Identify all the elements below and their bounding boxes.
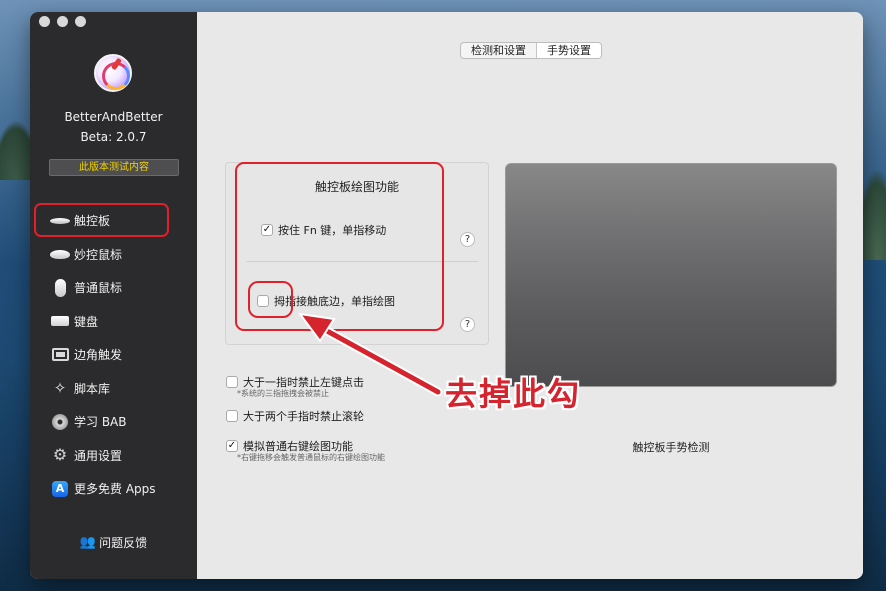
sidebar-item-label: 触控板 [74,214,111,229]
app-name: BetterAndBetter [64,110,163,124]
app-store-icon: A [50,480,70,498]
keyboard-icon [50,312,70,330]
disc-icon [50,413,70,431]
fn-move-label: 按住 Fn 键，单指移动 [278,224,387,237]
right-click-draw-checkbox[interactable]: ✓ [226,440,238,452]
app-version: Beta: 2.0.7 [80,130,147,144]
trackpad-icon [50,212,70,230]
fn-move-checkbox[interactable]: ✓ [261,224,273,236]
trackpad-preview[interactable] [505,163,837,387]
disable-scroll-option[interactable]: 大于两个手指时禁止滚轮 [226,408,364,424]
disable-left-click-checkbox[interactable] [226,376,238,388]
mouse-icon [50,278,70,297]
hot-corner-icon [50,346,70,364]
thumb-draw-checkbox[interactable] [257,295,269,307]
close-button[interactable] [39,16,50,27]
trackpad-detect-label: 触控板手势检测 [632,441,710,454]
minimize-button[interactable] [57,16,68,27]
people-icon: 👥 [79,535,97,550]
drawing-group: 触控板绘图功能 ✓ 按住 Fn 键，单指移动 ? 拇指接触底边，单指绘图 ? [225,162,489,345]
sidebar-item-trackpad[interactable]: 触控板 [30,204,197,238]
sidebar: BetterAndBetter Beta: 2.0.7 此版本测试内容 触控板 … [30,12,197,579]
fn-move-option[interactable]: ✓ 按住 Fn 键，单指移动 [261,222,386,238]
disable-scroll-label: 大于两个手指时禁止滚轮 [243,410,364,423]
help-button[interactable]: ? [460,232,475,247]
thumb-draw-option[interactable]: 拇指接触底边，单指绘图 [257,293,395,309]
magic-mouse-icon [50,245,70,263]
zoom-button[interactable] [75,16,86,27]
gear-icon: ⚙ [52,445,68,465]
app-logo-icon [94,54,132,92]
feedback-label: 问题反馈 [99,536,148,550]
sidebar-item-label: 边角触发 [74,348,123,363]
sidebar-item-general[interactable]: ⚙ 通用设置 [30,439,197,473]
sidebar-item-magic-mouse[interactable]: 妙控鼠标 [30,238,197,272]
sidebar-item-learn[interactable]: 学习 BAB [30,405,197,439]
sidebar-item-hot-corners[interactable]: 边角触发 [30,338,197,372]
script-icon: ✧ [53,378,67,397]
sidebar-item-mouse[interactable]: 普通鼠标 [30,271,197,305]
window-controls [39,16,86,27]
beta-badge-button[interactable]: 此版本测试内容 [49,159,179,176]
tab-gesture-settings[interactable]: 手势设置 [536,43,601,58]
sidebar-item-scripts[interactable]: ✧ 脚本库 [30,372,197,406]
sidebar-item-label: 学习 BAB [74,415,127,430]
sidebar-nav: 触控板 妙控鼠标 普通鼠标 键盘 边角触发 ✧ 脚本库 学习 BAB ⚙ 通用设… [30,204,197,506]
sidebar-item-label: 妙控鼠标 [74,247,123,262]
app-window: BetterAndBetter Beta: 2.0.7 此版本测试内容 触控板 … [30,12,863,579]
sidebar-item-label: 更多免费 Apps [74,482,156,497]
sidebar-item-label: 脚本库 [74,381,111,396]
sidebar-item-label: 通用设置 [74,448,123,463]
disable-left-click-note: *系统的三指拖拽会被禁止 [237,389,329,398]
tab-bar: 检测和设置 手势设置 [460,42,602,59]
sidebar-item-label: 键盘 [74,314,99,329]
main-panel: 检测和设置 手势设置 触控板绘图功能 ✓ 按住 Fn 键，单指移动 ? 拇指接触… [197,12,863,579]
annotation-text: 去掉此勾 [445,375,582,413]
drawing-group-title: 触控板绘图功能 [314,180,399,194]
right-click-draw-note: *右键拖移会触发普通鼠标的右键绘图功能 [237,453,385,462]
sidebar-item-label: 普通鼠标 [74,281,123,296]
group-divider [246,261,478,262]
sidebar-item-keyboard[interactable]: 键盘 [30,305,197,339]
disable-scroll-checkbox[interactable] [226,410,238,422]
help-button[interactable]: ? [460,317,475,332]
sidebar-item-more-apps[interactable]: A 更多免费 Apps [30,472,197,506]
feedback-button[interactable]: 👥 问题反馈 [30,534,197,551]
thumb-draw-label: 拇指接触底边，单指绘图 [274,295,395,308]
tab-detect-settings[interactable]: 检测和设置 [461,43,536,58]
